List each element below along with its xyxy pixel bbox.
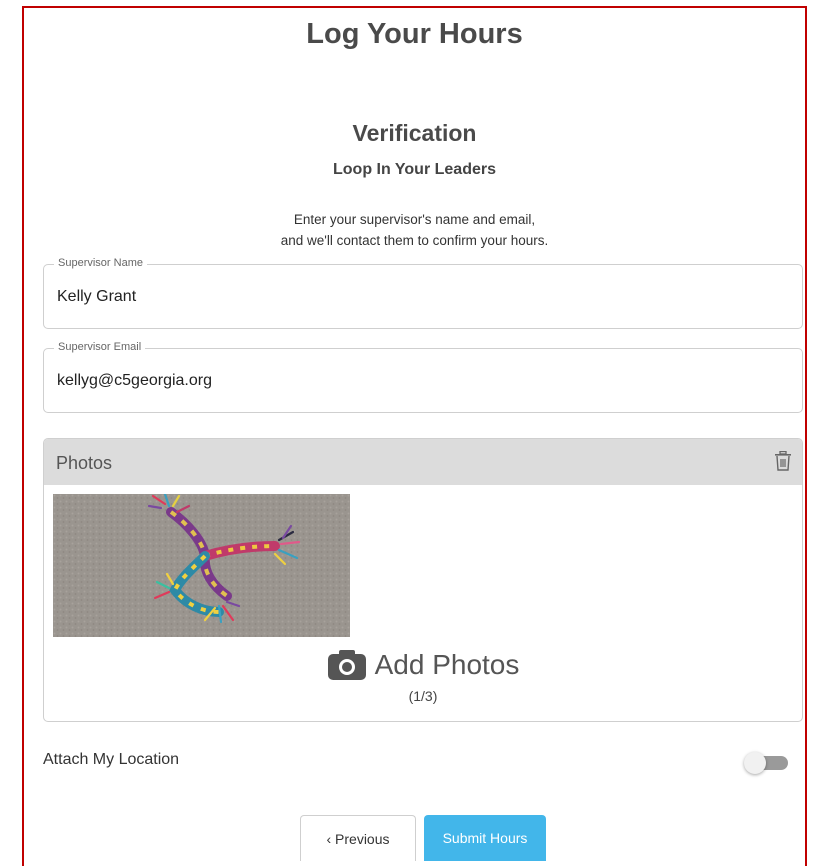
page-title: Log Your Hours xyxy=(306,18,523,50)
supervisor-email-field[interactable]: Supervisor Email kellyg@c5georgia.org xyxy=(43,341,803,413)
attach-location-label: Attach My Location xyxy=(43,751,180,768)
verification-heading: Verification xyxy=(352,120,477,146)
previous-button[interactable]: ‹ Previous xyxy=(300,815,416,861)
verification-subheading: Loop In Your Leaders xyxy=(333,161,496,178)
supervisor-name-field[interactable]: Supervisor Name Kelly Grant xyxy=(43,257,803,329)
attach-location-toggle[interactable] xyxy=(744,752,790,774)
toggle-knob xyxy=(744,752,766,774)
instructions-line-2: and we'll contact them to confirm your h… xyxy=(280,233,549,248)
verification-instructions: Enter your supervisor's name and email, … xyxy=(24,209,805,251)
add-photos-area[interactable]: Add Photos (1/3) xyxy=(44,649,802,704)
photos-panel: Photos Add Photos (1/3) xyxy=(43,438,803,722)
photo-count: (1/3) xyxy=(408,688,438,704)
trash-icon[interactable] xyxy=(774,451,792,471)
form-frame: Log Your Hours Verification Loop In Your… xyxy=(22,6,807,866)
add-photos-button[interactable]: Add Photos xyxy=(327,649,520,681)
supervisor-email-label: Supervisor Email xyxy=(54,341,146,353)
supervisor-name-value[interactable]: Kelly Grant xyxy=(57,288,136,306)
add-photos-label: Add Photos xyxy=(374,649,520,680)
photos-header-label: Photos xyxy=(56,453,113,473)
supervisor-email-value[interactable]: kellyg@c5georgia.org xyxy=(57,372,212,390)
photo-thumbnail[interactable] xyxy=(53,494,350,637)
instructions-line-1: Enter your supervisor's name and email, xyxy=(293,212,536,227)
supervisor-name-label: Supervisor Name xyxy=(54,257,147,269)
photos-header: Photos xyxy=(44,439,802,485)
camera-icon xyxy=(327,650,366,680)
submit-hours-button[interactable]: Submit Hours xyxy=(424,815,546,861)
